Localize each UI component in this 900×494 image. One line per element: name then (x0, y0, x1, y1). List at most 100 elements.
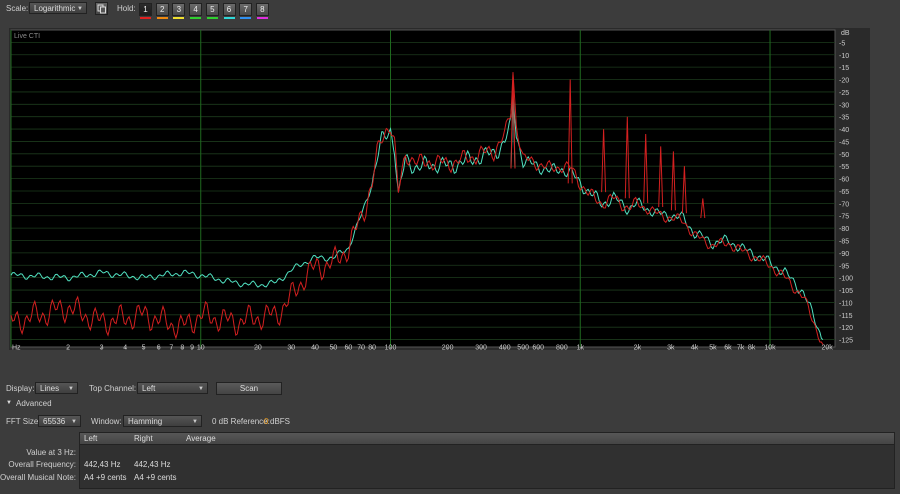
db-tick-label: -10 (839, 53, 849, 60)
fft-size-label: FFT Size: (6, 417, 41, 426)
hold-button-2[interactable]: 2 (155, 3, 169, 16)
db-tick-label: -30 (839, 102, 849, 109)
chevron-down-icon: ▼ (71, 419, 77, 425)
hold-color-indicator (206, 17, 218, 19)
freq-tick-label: 7k (737, 345, 745, 351)
db-tick-label: -25 (839, 90, 849, 97)
row-label-frequency: Overall Frequency: (8, 460, 76, 469)
freq-tick-label: 80 (368, 345, 376, 351)
freq-tick-label: 10 (197, 345, 205, 351)
hold-button-4[interactable]: 4 (189, 3, 203, 16)
db-tick-label: -20 (839, 78, 849, 85)
expand-triangle-icon[interactable]: ▼ (6, 400, 12, 406)
display-label: Display: (6, 384, 35, 393)
copy-button[interactable] (95, 2, 108, 15)
header-right: Right (134, 434, 153, 443)
freq-tick-label: 3k (667, 345, 675, 351)
db-tick-label: -15 (839, 65, 849, 72)
scale-label: Scale: (6, 4, 29, 13)
hold-color-indicator (223, 17, 235, 19)
freq-tick-label: 800 (556, 345, 568, 351)
hold-button-5[interactable]: 5 (205, 3, 219, 16)
freq-tick-label: 4k (691, 345, 699, 351)
hold-color-indicator (190, 17, 202, 19)
freq-tick-label: 2k (634, 345, 642, 351)
scale-dropdown[interactable]: Logarithmic ▼ (29, 2, 87, 14)
reference-label: 0 dB Reference: (212, 417, 270, 426)
db-unit-label: dB (841, 30, 850, 37)
window-dropdown[interactable]: Hamming ▼ (123, 415, 202, 427)
freq-tick-label: 10k (764, 345, 776, 351)
note-left-value: A4 +9 cents (84, 473, 127, 482)
db-tick-label: -100 (839, 276, 853, 283)
freq-tick-label: 60 (345, 345, 353, 351)
freq-tick-label: 40 (311, 345, 319, 351)
plot-title: Live CTI (14, 33, 40, 40)
freq-tick-label: 400 (499, 345, 511, 351)
db-tick-label: -120 (839, 325, 853, 332)
frequency-right-value: 442,43 Hz (134, 460, 171, 469)
hold-button-8[interactable]: 8 (255, 3, 269, 16)
freq-tick-label: 9 (190, 345, 194, 351)
db-tick-label: -35 (839, 115, 849, 122)
freq-tick-label: 5 (142, 345, 146, 351)
note-right-value: A4 +9 cents (134, 473, 177, 482)
table-header: Left Right Average (80, 433, 894, 445)
freq-tick-label: 200 (442, 345, 454, 351)
display-dropdown[interactable]: Lines ▼ (35, 382, 78, 394)
freq-tick-label: 30 (287, 345, 295, 351)
db-tick-label: -40 (839, 127, 849, 134)
freq-tick-label: 8 (180, 345, 184, 351)
top-channel-label: Top Channel: (89, 384, 137, 393)
freq-tick-label: 20k (821, 345, 833, 351)
db-tick-label: -60 (839, 177, 849, 184)
hold-button-6[interactable]: 6 (222, 3, 236, 16)
freq-tick-label: 7 (169, 345, 173, 351)
frequency-left-value: 442,43 Hz (84, 460, 121, 469)
reference-unit: dBFS (270, 417, 291, 426)
freq-tick-label: 300 (475, 345, 487, 351)
freq-tick-label: 600 (532, 345, 544, 351)
top-channel-value: Left (142, 384, 156, 393)
db-tick-label: -110 (839, 300, 853, 307)
db-tick-label: -65 (839, 189, 849, 196)
freq-tick-label: 2 (66, 345, 70, 351)
freq-tick-label: 100 (385, 345, 397, 351)
chevron-down-icon: ▼ (192, 419, 198, 425)
row-label-value-at: Value at 3 Hz: (26, 448, 76, 457)
fft-size-dropdown[interactable]: 65536 ▼ (38, 415, 81, 427)
hold-color-indicator (173, 17, 185, 19)
db-tick-label: -55 (839, 164, 849, 171)
hold-button-1[interactable]: 1 (139, 3, 152, 16)
window-label: Window: (91, 417, 122, 426)
analysis-table: Left Right Average 442,43 Hz 442,43 Hz A… (79, 432, 895, 489)
scan-button[interactable]: Scan (216, 382, 282, 395)
db-tick-label: -95 (839, 263, 849, 270)
chevron-down-icon: ▼ (68, 386, 74, 392)
freq-tick-label: 20 (254, 345, 262, 351)
row-label-note: Overall Musical Note: (0, 473, 76, 482)
hold-color-indicator (140, 17, 151, 19)
reference-value[interactable]: 0 (264, 417, 268, 426)
db-tick-label: -115 (839, 313, 853, 320)
db-tick-label: -50 (839, 152, 849, 159)
db-tick-label: -85 (839, 239, 849, 246)
copy-icon (97, 4, 106, 14)
db-tick-label: -90 (839, 251, 849, 258)
header-left: Left (84, 434, 98, 443)
hold-button-3[interactable]: 3 (172, 3, 186, 16)
hold-button-7[interactable]: 7 (239, 3, 253, 16)
top-channel-dropdown[interactable]: Left ▼ (137, 382, 208, 394)
scale-value: Logarithmic (34, 4, 76, 13)
header-average: Average (186, 434, 216, 443)
db-tick-label: -45 (839, 139, 849, 146)
advanced-toggle[interactable]: Advanced (16, 399, 52, 408)
display-value: Lines (40, 384, 60, 393)
spectrum-plot[interactable]: Live CTI dB -5 -10 -15 -20 -25 -30 -35 -40 -45 -50 -… (9, 28, 870, 350)
hold-color-indicator (256, 17, 268, 19)
hold-color-indicator (156, 17, 168, 19)
freq-tick-label: 6k (724, 345, 732, 351)
db-tick-label: -125 (839, 338, 853, 345)
hold-color-indicator (240, 17, 252, 19)
db-tick-label: -80 (839, 226, 849, 233)
